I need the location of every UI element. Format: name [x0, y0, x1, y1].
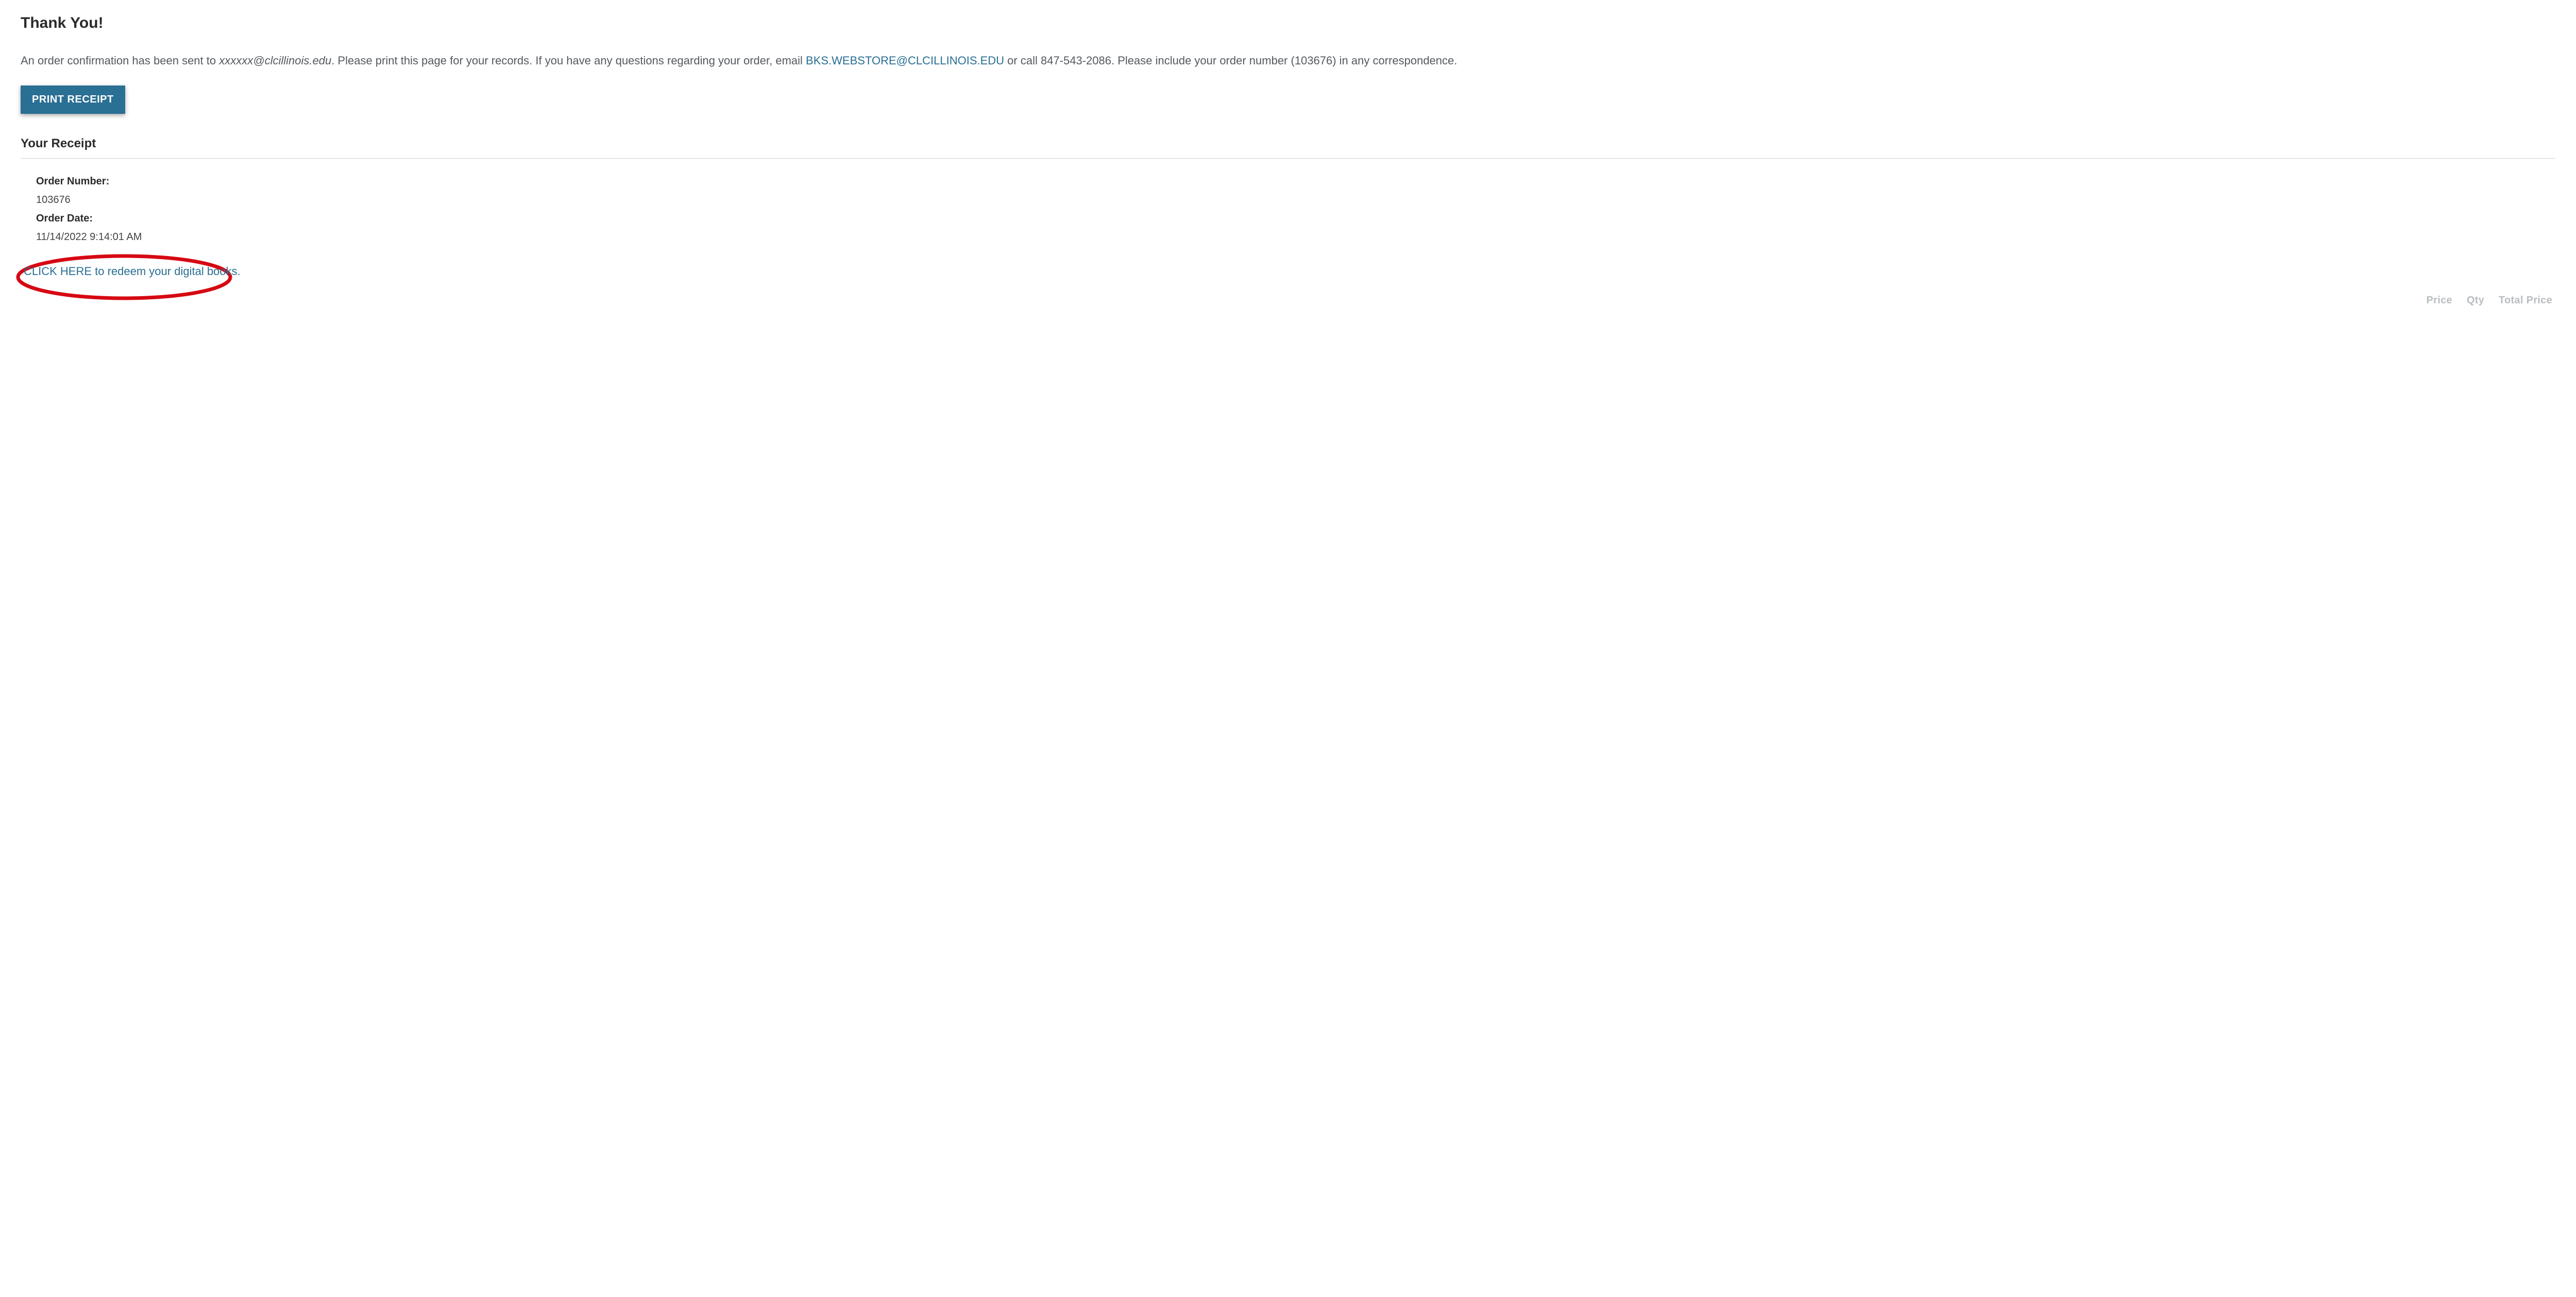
receipt-heading: Your Receipt	[21, 136, 2555, 151]
confirmation-intro: An order confirmation has been sent to	[21, 54, 219, 67]
col-total-price: Total Price	[2499, 295, 2552, 306]
redeem-digital-books-link[interactable]: CLICK HERE to redeem your digital books.	[24, 265, 241, 278]
order-date-value: 11/14/2022 9:14:01 AM	[36, 228, 2555, 246]
order-number-value: 103676	[36, 191, 2555, 209]
confirmation-paragraph: An order confirmation has been sent to x…	[21, 50, 2555, 71]
support-email-link[interactable]: BKS.WEBSTORE@CLCILLINOIS.EDU	[806, 54, 1004, 67]
confirmation-after-support: or call 847-543-2086. Please include you…	[1004, 54, 1457, 67]
print-receipt-button[interactable]: PRINT RECEIPT	[21, 86, 125, 114]
order-date-label: Order Date:	[36, 209, 2555, 228]
order-number-label: Order Number:	[36, 172, 2555, 191]
page-title: Thank You!	[21, 14, 2555, 32]
confirmation-after-email: . Please print this page for your record…	[331, 54, 806, 67]
item-table-header: Price Qty Total Price	[21, 295, 2555, 306]
col-price: Price	[2427, 295, 2452, 306]
receipt-details: Order Number: 103676 Order Date: 11/14/2…	[36, 172, 2555, 246]
col-qty: Qty	[2467, 295, 2484, 306]
masked-email: xxxxxx@clcillinois.edu	[219, 54, 331, 67]
redeem-annotation-wrap: CLICK HERE to redeem your digital books.	[21, 255, 261, 293]
receipt-divider	[21, 158, 2555, 159]
